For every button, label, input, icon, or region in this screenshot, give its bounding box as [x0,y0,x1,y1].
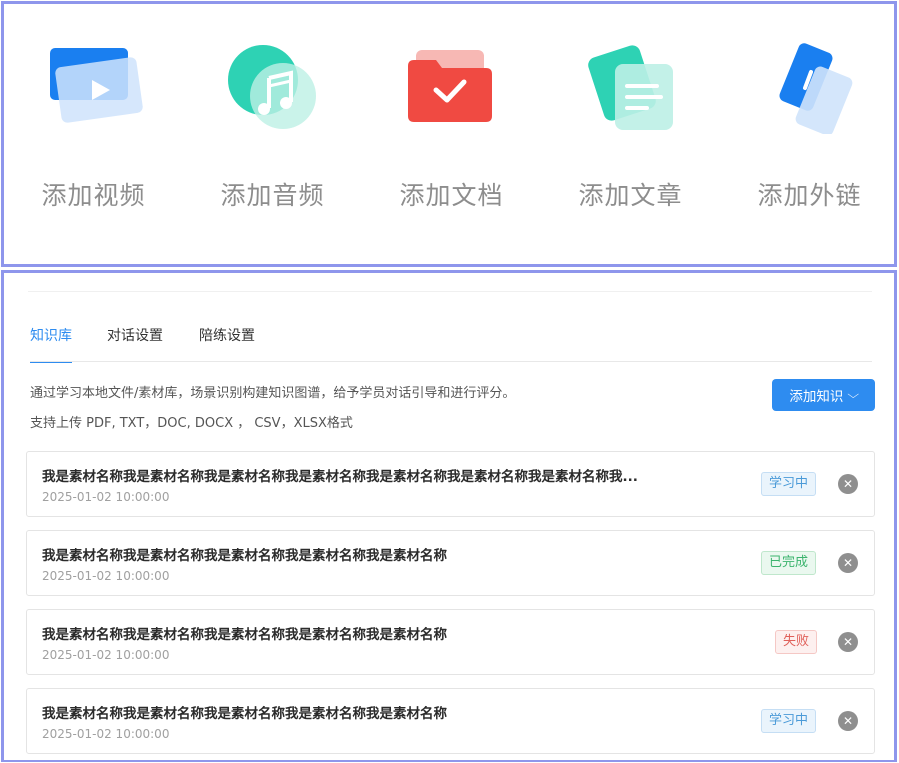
chevron-down-icon: ⌵ [847,388,860,401]
knowledge-description: 通过学习本地文件/素材库，场景识别构建知识图谱，给予学员对话引导和进行评分。 [30,386,516,401]
remove-file-button[interactable]: ✕ [838,711,858,731]
add-document-button[interactable]: 添加文档 [362,4,541,264]
add-audio-label: 添加音频 [220,181,325,210]
file-timestamp: 2025-01-02 10:00:00 [42,648,170,662]
file-item: 我是素材名称我是素材名称我是素材名称我是素材名称我是素材名称 2025-01-0… [26,609,875,675]
supported-formats-note: 支持上传 PDF, TXT，DOC, DOCX ， CSV，XLSX格式 [30,416,353,431]
tab-divider [30,361,872,362]
close-icon: ✕ [842,635,854,649]
tab-bar: 知识库 对话设置 陪练设置 [30,325,872,363]
add-video-button[interactable]: 添加视频 [4,4,183,264]
add-external-link-label: 添加外链 [757,181,862,210]
add-audio-button[interactable]: 添加音频 [183,4,362,264]
remove-file-button[interactable]: ✕ [838,553,858,573]
file-item: 我是素材名称我是素材名称我是素材名称我是素材名称我是素材名称 2025-01-0… [26,688,875,754]
status-badge: 学习中 [761,709,817,733]
file-name: 我是素材名称我是素材名称我是素材名称我是素材名称我是素材名称 [42,548,447,564]
file-item: 我是素材名称我是素材名称我是素材名称我是素材名称我是素材名称 2025-01-0… [26,530,875,596]
video-icon [50,48,143,123]
divider [28,291,872,292]
close-icon: ✕ [842,556,854,570]
status-badge: 已完成 [761,551,817,575]
add-video-label: 添加视频 [41,181,146,210]
tab-dialogue-settings[interactable]: 对话设置 [107,325,163,363]
tab-label: 知识库 [30,328,72,344]
file-name: 我是素材名称我是素材名称我是素材名称我是素材名称我是素材名称 [42,627,447,643]
knowledge-panel: 知识库 对话设置 陪练设置 通过学习本地文件/素材库，场景识别构建知识图谱，给予… [1,270,897,762]
document-folder-icon [408,50,492,122]
file-name: 我是素材名称我是素材名称我是素材名称我是素材名称我是素材名称我是素材名称我是素材… [42,469,638,485]
tab-practice-settings[interactable]: 陪练设置 [199,325,255,363]
tab-label: 对话设置 [107,328,163,344]
external-link-icon [779,43,853,134]
close-icon: ✕ [842,714,854,728]
file-name: 我是素材名称我是素材名称我是素材名称我是素材名称我是素材名称 [42,706,447,722]
add-knowledge-button[interactable]: 添加知识 ⌵ [772,379,875,411]
remove-file-button[interactable]: ✕ [838,474,858,494]
file-timestamp: 2025-01-02 10:00:00 [42,727,170,741]
status-badge: 学习中 [761,472,817,496]
status-badge: 失败 [775,630,818,654]
add-content-panel: 添加视频 添加音频 添加文档 添加文章 添加外链 [1,1,897,267]
close-icon: ✕ [842,477,854,491]
remove-file-button[interactable]: ✕ [838,632,858,652]
add-external-link-button[interactable]: 添加外链 [720,4,899,264]
file-timestamp: 2025-01-02 10:00:00 [42,490,170,504]
file-item: 我是素材名称我是素材名称我是素材名称我是素材名称我是素材名称我是素材名称我是素材… [26,451,875,517]
audio-icon [228,45,316,129]
add-article-label: 添加文章 [578,181,683,210]
article-icon [588,45,673,130]
tab-knowledge-base[interactable]: 知识库 [30,325,72,363]
tab-label: 陪练设置 [199,328,255,344]
add-article-button[interactable]: 添加文章 [541,4,720,264]
file-timestamp: 2025-01-02 10:00:00 [42,569,170,583]
add-knowledge-label: 添加知识 [789,389,844,405]
add-document-label: 添加文档 [399,181,504,210]
